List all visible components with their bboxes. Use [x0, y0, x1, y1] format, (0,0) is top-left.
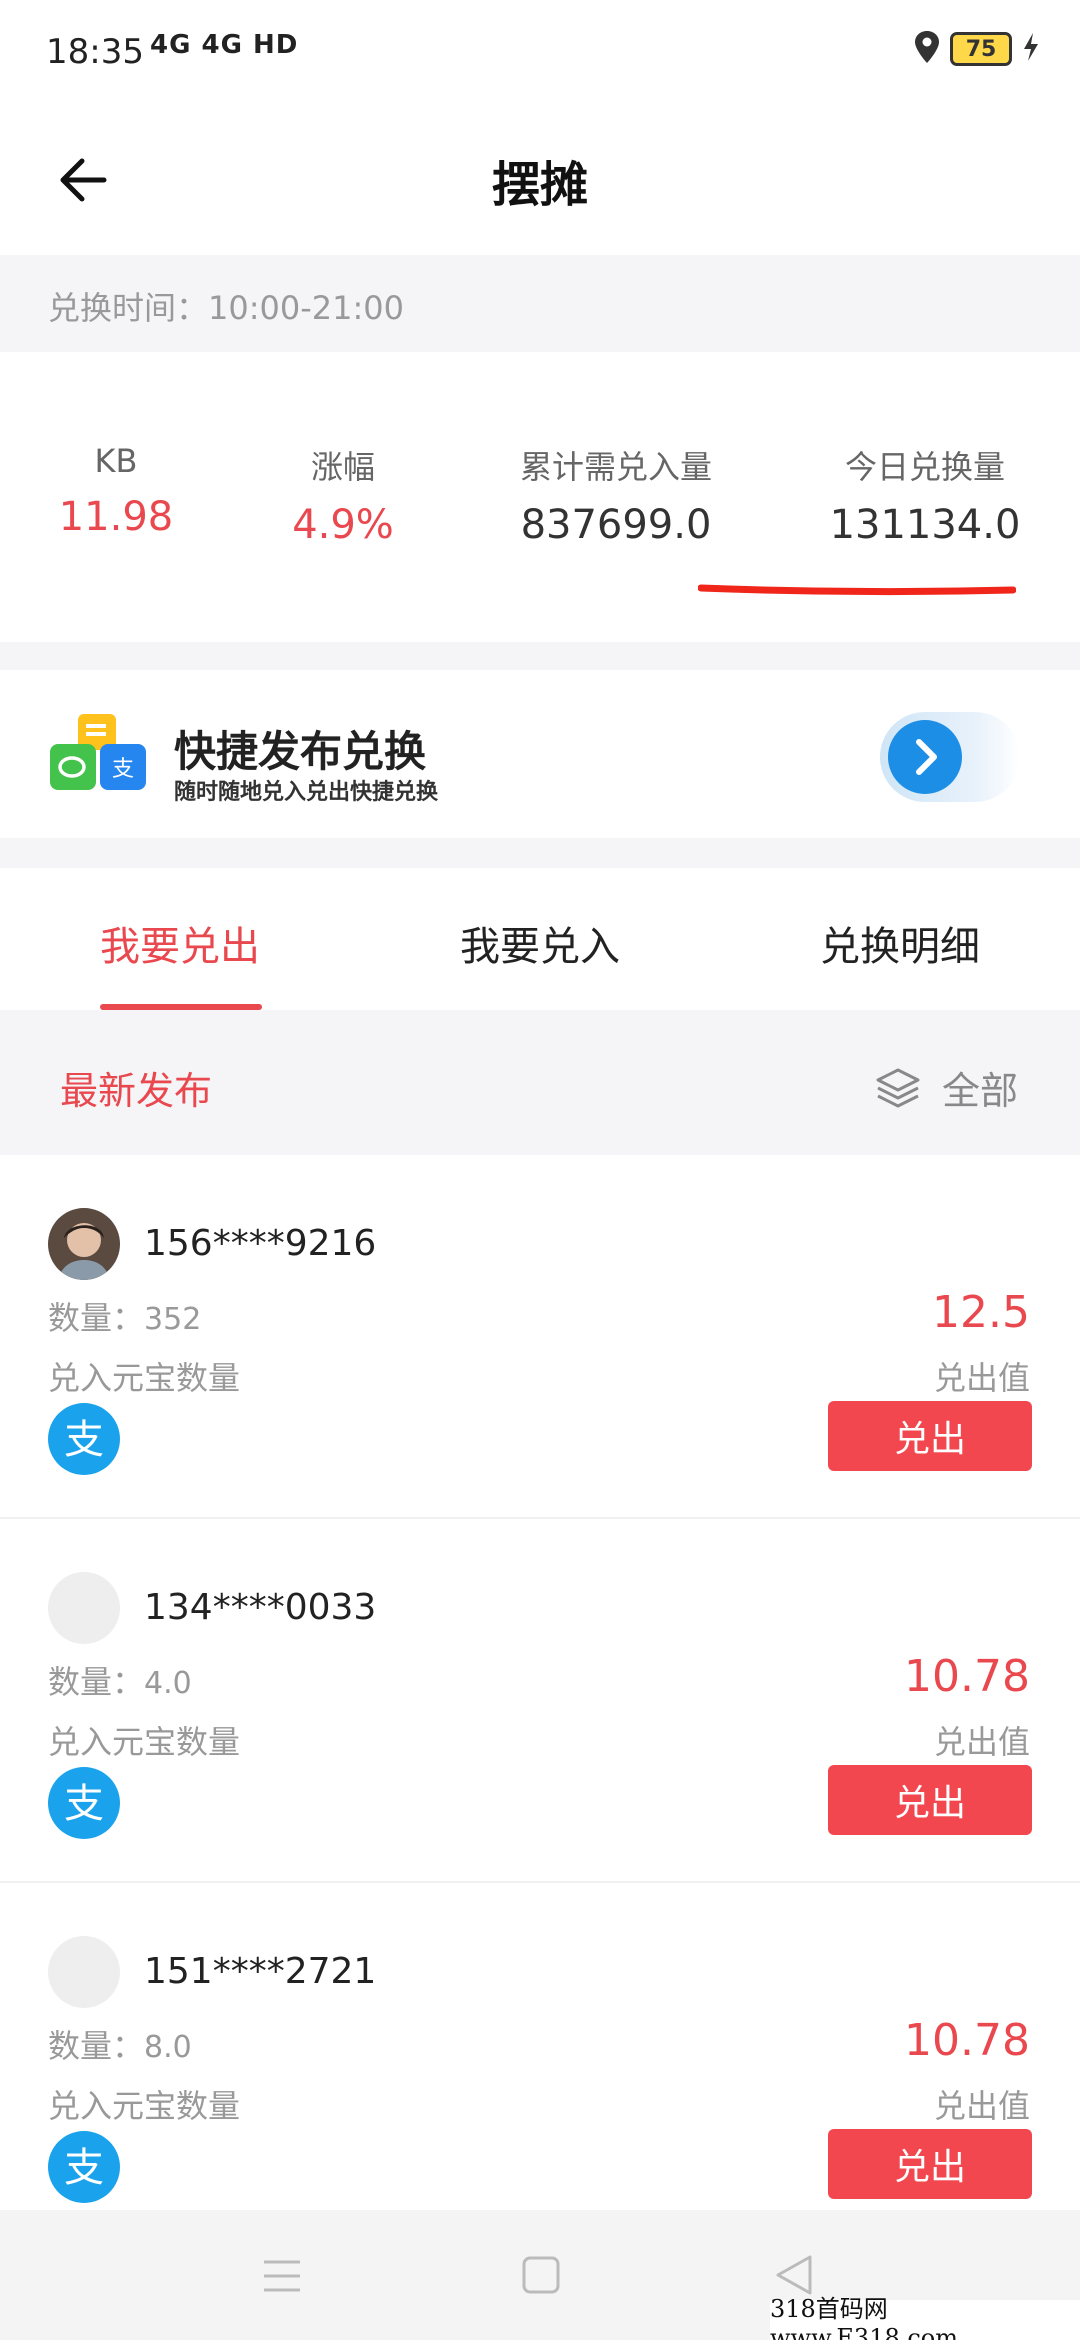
- banner-title: 快捷发布兑换: [174, 727, 427, 776]
- price-label: 兑出值: [933, 1723, 1030, 1761]
- alipay-icon: 支: [48, 2131, 120, 2203]
- stat-cumulative: 累计需兑入量 837699.0: [496, 442, 736, 548]
- watermark-text: 318首码网 www.E318.com: [770, 2295, 1080, 2340]
- filter-bar: 最新发布 全部: [0, 1010, 1080, 1155]
- sell-button[interactable]: 兑出: [828, 1401, 1032, 1471]
- banner-go-button[interactable]: [880, 712, 1020, 802]
- price-value: 10.78: [904, 2015, 1030, 2066]
- home-icon[interactable]: [522, 2256, 560, 2298]
- avatar[interactable]: [48, 1572, 120, 1644]
- stat-today: 今日兑换量 131134.0: [800, 442, 1050, 548]
- highlight-underline: [698, 584, 1016, 596]
- price-value: 12.5: [932, 1287, 1030, 1338]
- sell-button[interactable]: 兑出: [828, 2129, 1032, 2199]
- list-item: 156****9216 数量：352 兑入元宝数量 支 12.5 兑出值 兑出: [0, 1155, 1080, 1519]
- network-label: 4G 4G HD: [150, 30, 299, 60]
- yuanbao-label: 兑入元宝数量: [48, 2087, 241, 2125]
- svg-text:支: 支: [112, 757, 134, 782]
- yuanbao-label: 兑入元宝数量: [48, 1723, 241, 1761]
- stat-change: 涨幅 4.9%: [268, 442, 418, 548]
- sell-button[interactable]: 兑出: [828, 1765, 1032, 1835]
- status-bar: 18:35 4G 4G HD 75: [0, 0, 1080, 110]
- tab-bar: 我要兑出 我要兑入 兑换明细: [0, 868, 1080, 1010]
- exchange-time: 兑换时间：10:00-21:00: [48, 289, 404, 327]
- filter-all-button[interactable]: 全部: [874, 1060, 1018, 1115]
- exchange-app-icon: 支: [48, 712, 148, 802]
- battery-indicator: 75: [950, 32, 1012, 66]
- quantity-label: 数量：: [48, 1663, 145, 1701]
- alipay-icon: 支: [48, 1767, 120, 1839]
- user-phone: 156****9216: [144, 1223, 377, 1264]
- avatar[interactable]: [48, 1936, 120, 2008]
- listing-list: 156****9216 数量：352 兑入元宝数量 支 12.5 兑出值 兑出 …: [0, 1155, 1080, 2210]
- stat-label: 涨幅: [310, 448, 375, 486]
- menu-icon[interactable]: [262, 2258, 302, 2298]
- page-title: 摆摊: [491, 157, 588, 213]
- filter-all-label: 全部: [941, 1069, 1018, 1113]
- latest-label: 最新发布: [60, 1069, 213, 1113]
- quick-publish-banner[interactable]: 支 快捷发布兑换 随时随地兑入兑出快捷兑换: [0, 670, 1080, 838]
- list-item: 134****0033 数量：4.0 兑入元宝数量 支 10.78 兑出值 兑出: [0, 1519, 1080, 1883]
- nav-bar: 摆摊: [0, 110, 1080, 255]
- system-nav-bar: 318首码网 www.E318.com: [0, 2210, 1080, 2340]
- svg-text:支: 支: [64, 2145, 104, 2191]
- location-icon: [914, 30, 940, 68]
- price-label: 兑出值: [933, 2087, 1030, 2125]
- quantity: 数量：352: [48, 1293, 201, 1339]
- price-label: 兑出值: [933, 1359, 1030, 1397]
- stats-panel: KB 11.98 涨幅 4.9% 累计需兑入量 837699.0 今日兑换量 1…: [0, 352, 1080, 642]
- quantity-label: 数量：: [48, 2027, 145, 2065]
- stat-label: 今日兑换量: [844, 448, 1005, 486]
- quantity-label: 数量：: [48, 1299, 145, 1337]
- price-value: 10.78: [904, 1651, 1030, 1702]
- stat-kb: KB 11.98: [48, 442, 184, 540]
- stat-label: KB: [94, 442, 138, 480]
- stat-value: 11.98: [58, 494, 174, 540]
- yuanbao-label: 兑入元宝数量: [48, 1359, 241, 1397]
- stat-value: 837699.0: [520, 502, 712, 548]
- user-phone: 151****2721: [144, 1951, 377, 1992]
- stat-label: 累计需兑入量: [519, 448, 712, 486]
- svg-text:支: 支: [64, 1417, 104, 1463]
- tab-sell[interactable]: 我要兑出: [100, 914, 260, 972]
- tab-details[interactable]: 兑换明细: [820, 914, 980, 972]
- quantity: 数量：4.0: [48, 1657, 192, 1703]
- stat-value: 131134.0: [829, 502, 1021, 548]
- stat-value: 4.9%: [292, 502, 394, 548]
- svg-text:支: 支: [64, 1781, 104, 1827]
- banner-subtitle: 随时随地兑入兑出快捷兑换: [174, 780, 439, 805]
- list-item: 151****2721 数量：8.0 兑入元宝数量 支 10.78 兑出值 兑出: [0, 1883, 1080, 2210]
- exchange-time-bar: 兑换时间：10:00-21:00: [0, 255, 1080, 350]
- status-time: 18:35: [46, 32, 144, 72]
- quantity-value: 8.0: [144, 2030, 192, 2065]
- network-indicator: 4G 4G HD: [150, 30, 298, 60]
- layers-icon: [876, 1068, 920, 1107]
- alipay-icon: 支: [48, 1403, 120, 1475]
- charging-icon: [1022, 32, 1040, 66]
- quantity-value: 352: [144, 1302, 202, 1337]
- chevron-right-icon: [888, 720, 962, 794]
- user-phone: 134****0033: [144, 1587, 377, 1628]
- tab-buy[interactable]: 我要兑入: [460, 914, 620, 972]
- quantity-value: 4.0: [144, 1666, 192, 1701]
- avatar[interactable]: [48, 1208, 120, 1280]
- quantity: 数量：8.0: [48, 2021, 192, 2067]
